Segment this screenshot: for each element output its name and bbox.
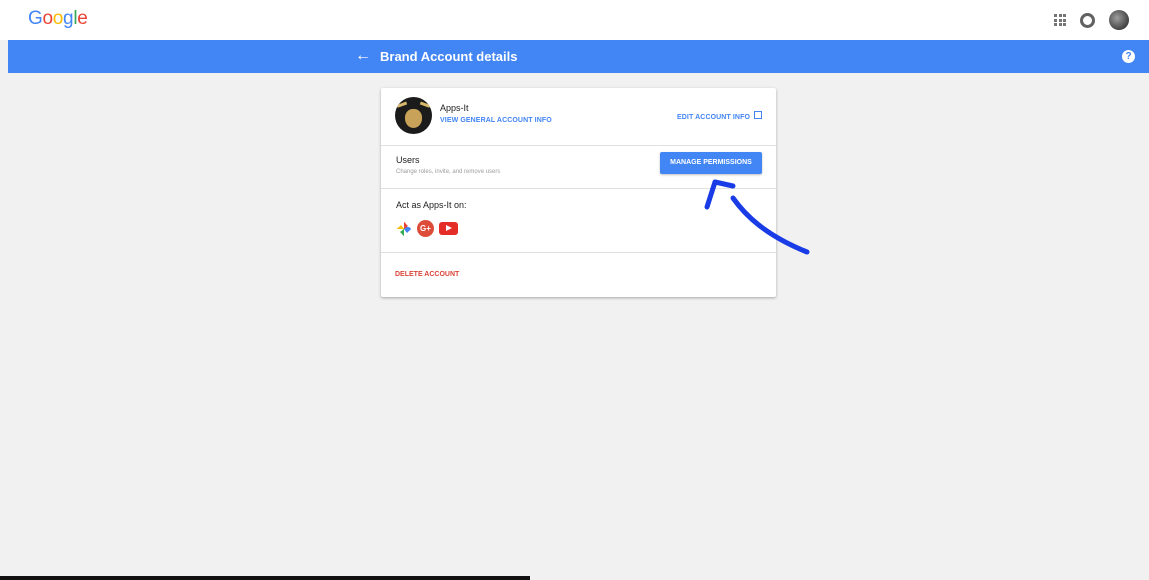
logo-letter-g1: G — [28, 8, 43, 29]
page-header: ← Brand Account details ? — [8, 40, 1149, 73]
google-logo[interactable]: Google — [28, 8, 88, 30]
hand-drawn-arrow-icon — [704, 179, 810, 255]
edit-account-info-label: EDIT ACCOUNT INFO — [677, 114, 750, 121]
act-as-label: Act as Apps-It on: — [396, 200, 467, 210]
google-photos-icon[interactable] — [396, 221, 412, 237]
youtube-icon[interactable] — [439, 222, 458, 235]
help-icon[interactable]: ? — [1122, 50, 1135, 63]
users-label: Users — [396, 155, 420, 165]
logo-letter-g2: g — [63, 8, 74, 29]
apps-grid-icon[interactable] — [1054, 14, 1066, 26]
logo-letter-e: e — [77, 8, 88, 29]
logo-letter-o2: o — [52, 8, 64, 29]
notifications-ring-icon[interactable] — [1080, 12, 1095, 28]
top-icons — [1054, 10, 1129, 30]
account-avatar — [395, 97, 432, 134]
profile-avatar[interactable] — [1109, 10, 1129, 30]
external-link-icon — [754, 110, 762, 119]
edit-account-info-link[interactable]: EDIT ACCOUNT INFO — [677, 106, 762, 124]
users-description: Change roles, invite, and remove users — [396, 169, 501, 175]
page-title: Brand Account details — [380, 49, 518, 64]
top-bar: Google — [0, 0, 1149, 40]
bottom-status-bar — [0, 576, 530, 580]
view-general-account-info-link[interactable]: VIEW GENERAL ACCOUNT INFO — [440, 117, 552, 124]
logo-letter-o1: o — [42, 8, 53, 29]
account-name: Apps-It — [440, 103, 469, 113]
google-plus-icon[interactable]: G+ — [417, 220, 434, 237]
back-arrow-icon[interactable]: ← — [355, 47, 371, 65]
delete-account-link[interactable]: DELETE ACCOUNT — [395, 271, 459, 278]
service-icons: G+ — [396, 220, 458, 237]
account-row: Apps-It VIEW GENERAL ACCOUNT INFO EDIT A… — [381, 88, 776, 146]
